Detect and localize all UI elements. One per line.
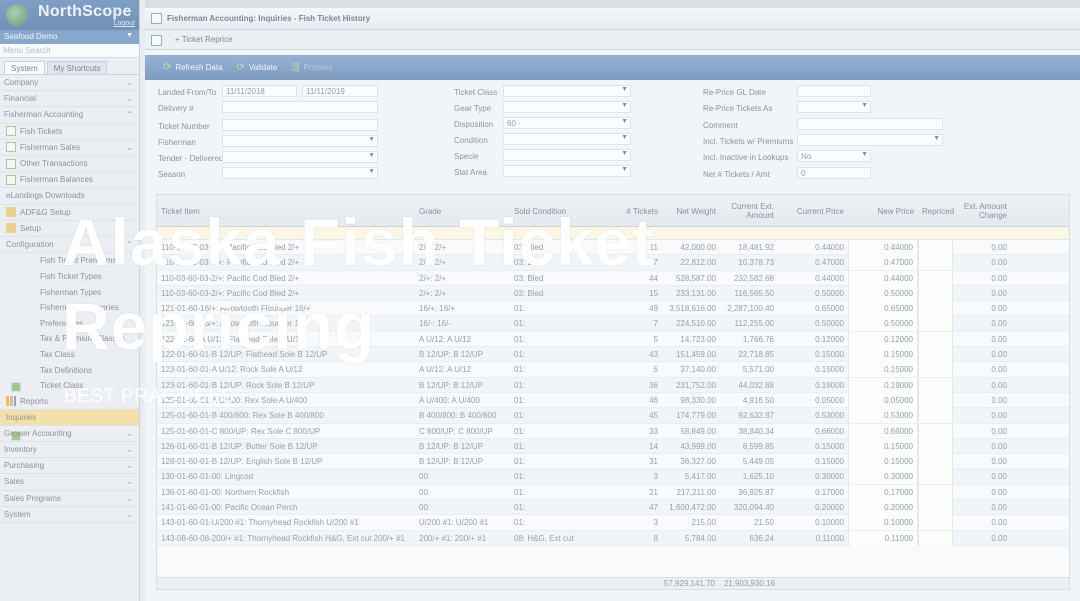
app-window: NorthScope Logout Seafood Demo ▼ Menu Se… (0, 0, 1080, 601)
hero-title-line-2: Repricing (62, 289, 376, 363)
hero-title: Alaska Fish Ticket Repricing (62, 200, 655, 368)
hero-subtitle: BEST PRACTICES (64, 386, 235, 407)
hero-title-line-1: Alaska Fish Ticket (62, 205, 655, 279)
